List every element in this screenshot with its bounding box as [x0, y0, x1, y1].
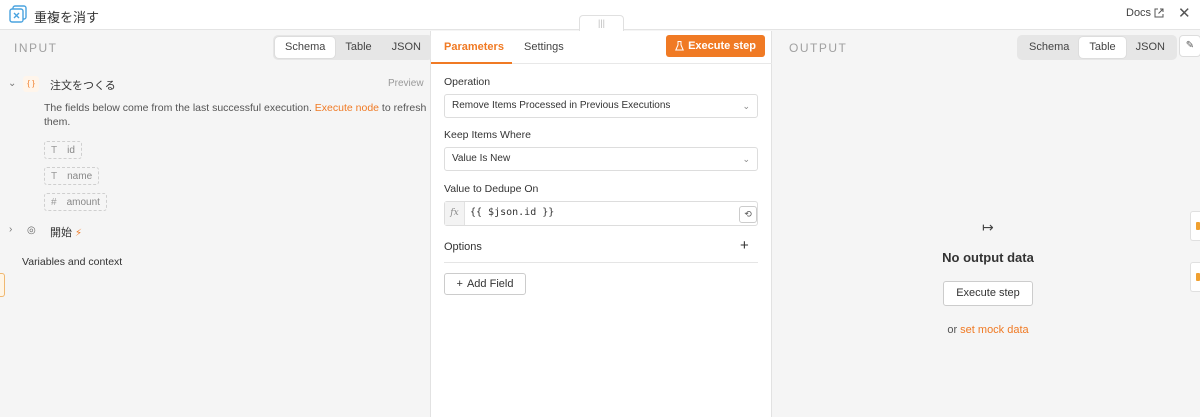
- tab-settings[interactable]: Settings: [524, 41, 564, 53]
- mock-data-line: or set mock data: [947, 324, 1029, 336]
- output-label: OUTPUT: [789, 41, 848, 55]
- output-execute-button[interactable]: Execute step: [943, 281, 1033, 306]
- flask-icon: [675, 41, 685, 51]
- output-view-table[interactable]: Table: [1079, 37, 1126, 58]
- preview-badge: Preview: [388, 78, 424, 89]
- remove-duplicates-icon: [9, 5, 27, 23]
- schema-hint: The fields below come from the last succ…: [44, 102, 427, 128]
- variables-and-context[interactable]: Variables and context: [22, 256, 122, 268]
- tree-node-start[interactable]: 開始 ⚡: [50, 224, 82, 240]
- close-icon[interactable]: ✕: [1178, 4, 1191, 22]
- operation-select[interactable]: Remove Items Processed in Previous Execu…: [444, 94, 758, 118]
- chevron-right-icon[interactable]: ›: [9, 224, 12, 235]
- output-edge-handle-bottom[interactable]: [1190, 262, 1200, 292]
- input-view-table[interactable]: Table: [335, 37, 381, 58]
- schema-field-name[interactable]: T name: [44, 167, 100, 185]
- output-view-schema[interactable]: Schema: [1019, 37, 1079, 58]
- tab-underline: [431, 62, 512, 64]
- docs-link[interactable]: Docs: [1126, 7, 1164, 19]
- text-type-icon: T: [51, 144, 58, 156]
- code-braces-icon: { }: [23, 76, 39, 92]
- output-edge-handle-top[interactable]: [1190, 211, 1200, 241]
- output-view-json[interactable]: JSON: [1126, 37, 1175, 58]
- schema-field-id[interactable]: T id: [44, 141, 82, 159]
- keep-items-select[interactable]: Value Is New ⌄: [444, 147, 758, 171]
- parameter-tabs: Parameters Settings Execute step: [431, 31, 772, 64]
- input-view-switcher: Schema Table JSON: [273, 35, 433, 60]
- operation-label: Operation: [444, 76, 491, 88]
- input-panel: INPUT Schema Table JSON ⌄ { } 注文をつくる Pre…: [0, 31, 433, 417]
- docs-label: Docs: [1126, 7, 1152, 19]
- options-label: Options: [444, 241, 482, 253]
- input-label: INPUT: [14, 41, 58, 55]
- chevron-down-icon: ⌄: [742, 101, 750, 111]
- input-view-json[interactable]: JSON: [382, 37, 431, 58]
- execute-step-button[interactable]: Execute step: [666, 35, 765, 57]
- text-type-icon: T: [51, 170, 58, 182]
- number-type-icon: #: [51, 196, 57, 208]
- execute-node-link[interactable]: Execute node: [315, 102, 379, 114]
- node-title[interactable]: 重複を消す: [34, 7, 99, 26]
- dedupe-label: Value to Dedupe On: [444, 183, 539, 195]
- output-arrow-icon: ↦: [982, 219, 994, 235]
- tree-node-order[interactable]: 注文をつくる: [50, 77, 116, 93]
- schema-field-amount[interactable]: # amount: [44, 193, 107, 211]
- output-view-switcher: Schema Table JSON: [1017, 35, 1177, 60]
- external-link-icon: [1154, 8, 1164, 18]
- pointer-click-icon: ◎: [27, 225, 36, 236]
- input-edge-handle[interactable]: [0, 273, 5, 297]
- parameters-panel: Parameters Settings Execute step Operati…: [431, 31, 772, 417]
- set-mock-data-link[interactable]: set mock data: [960, 324, 1028, 336]
- add-field-button[interactable]: + Add Field: [444, 273, 526, 295]
- chevron-down-icon: ⌄: [742, 154, 750, 164]
- expand-expression-icon[interactable]: ⟲: [739, 206, 757, 223]
- dedupe-expression-input[interactable]: fx {{ $json.id }} ⟲: [444, 201, 758, 226]
- edit-output-icon[interactable]: ✎: [1179, 35, 1200, 57]
- output-panel: OUTPUT Schema Table JSON ✎ ↦ No output d…: [772, 31, 1200, 417]
- no-output-title: No output data: [942, 250, 1034, 265]
- tab-parameters[interactable]: Parameters: [444, 41, 504, 53]
- panel-drag-handle[interactable]: |||: [579, 15, 624, 31]
- fx-icon: fx: [445, 202, 465, 225]
- add-option-icon[interactable]: +: [740, 237, 749, 254]
- input-view-schema[interactable]: Schema: [275, 37, 336, 58]
- dedupe-expression-value[interactable]: {{ $json.id }}: [470, 207, 554, 218]
- lightning-icon: ⚡: [75, 228, 83, 239]
- chevron-down-icon[interactable]: ⌄: [8, 78, 16, 89]
- options-divider: [444, 262, 758, 263]
- plus-icon: +: [456, 278, 463, 290]
- keep-items-label: Keep Items Where: [444, 129, 531, 141]
